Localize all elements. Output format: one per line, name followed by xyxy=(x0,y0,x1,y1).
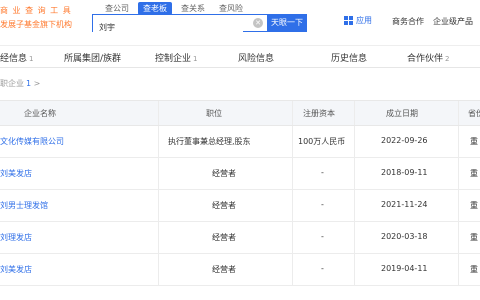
column-divider xyxy=(354,190,355,221)
column-header-province: 省份 xyxy=(468,109,480,118)
chevron-right-icon[interactable]: > xyxy=(34,79,41,88)
tab-label: 合作伙伴 xyxy=(407,54,444,64)
search-box: ✕ xyxy=(92,14,267,36)
column-divider xyxy=(458,190,459,221)
column-divider xyxy=(158,101,159,125)
tab-count: 1 xyxy=(193,55,198,63)
brand-line-1: 商 业 查 询 工 具 xyxy=(0,6,72,15)
position-cell: 执行董事兼总经理,股东 xyxy=(168,137,251,146)
date-cell: 2020-03-18 xyxy=(381,232,428,241)
date-cell: 2019-04-11 xyxy=(381,264,428,273)
province-cell: 重 xyxy=(470,265,478,274)
date-cell: 2021-11-24 xyxy=(381,200,428,209)
column-divider xyxy=(158,254,159,285)
position-cell: 经营者 xyxy=(212,169,236,178)
province-cell: 重 xyxy=(470,169,478,178)
column-header-date: 成立日期 xyxy=(386,109,418,118)
position-cell: 经营者 xyxy=(212,201,236,210)
capital-cell: - xyxy=(321,232,324,241)
tab-risk-info[interactable]: 风险信息 xyxy=(238,51,276,64)
column-header-company: 企业名称 xyxy=(24,109,56,118)
tab-label: 所属集团/族群 xyxy=(64,54,122,64)
column-divider xyxy=(354,158,355,189)
section-subheading: 职企业 1 > xyxy=(0,78,40,89)
section-tabs: 经信息 1 所属集团/族群 控制企业 1 风险信息 历史信息 合作伙伴 2 xyxy=(0,46,480,68)
tab-history[interactable]: 历史信息 xyxy=(331,51,369,64)
tab-count: 2 xyxy=(445,55,450,63)
company-link[interactable]: 刘美发店 xyxy=(0,264,32,275)
subheading-label: 职企业 xyxy=(0,79,24,88)
subheading-count: 1 xyxy=(26,79,32,88)
apps-menu[interactable]: 应用 xyxy=(344,15,372,26)
capital-cell: 100万人民币 xyxy=(298,137,346,146)
table-row: 刘美发店 经营者 - 2019-04-11 重 xyxy=(0,254,480,286)
position-cell: 经营者 xyxy=(212,265,236,274)
tab-label: 控制企业 xyxy=(155,54,192,64)
capital-cell: - xyxy=(321,264,324,273)
tab-label: 历史信息 xyxy=(331,54,368,64)
apps-label: 应用 xyxy=(356,16,372,25)
clear-icon[interactable]: ✕ xyxy=(253,18,263,28)
column-divider xyxy=(354,254,355,285)
tab-group[interactable]: 所属集团/族群 xyxy=(64,51,123,64)
company-link[interactable]: 刘男士理发馆 xyxy=(0,200,48,211)
tab-controlled-companies[interactable]: 控制企业 1 xyxy=(155,51,197,64)
column-divider xyxy=(292,126,293,157)
column-divider xyxy=(458,222,459,253)
column-divider xyxy=(292,222,293,253)
tab-count: 1 xyxy=(29,55,34,63)
enterprise-product-link[interactable]: 企业级产品 xyxy=(433,16,473,27)
table-row: 文化传媒有限公司 执行董事兼总经理,股东 100万人民币 2022-09-26 … xyxy=(0,126,480,158)
column-divider xyxy=(292,190,293,221)
capital-cell: - xyxy=(321,168,324,177)
table-row: 刘理发店 经营者 - 2020-03-18 重 xyxy=(0,222,480,254)
search-button[interactable]: 天眼一下 xyxy=(267,14,307,32)
table-header: 企业名称 职位 注册资本 成立日期 省份 xyxy=(0,100,480,126)
tab-label: 风险信息 xyxy=(238,54,275,64)
column-divider xyxy=(458,158,459,189)
column-divider xyxy=(354,126,355,157)
business-cooperation-link[interactable]: 商务合作 xyxy=(392,16,424,27)
top-header: 商 业 查 询 工 具 发展子基金旗下机构 查公司 查老板 查关系 查风险 ✕ … xyxy=(0,0,480,46)
brand-line-2: 发展子基金旗下机构 xyxy=(0,20,72,29)
position-cell: 经营者 xyxy=(212,233,236,242)
tab-partners[interactable]: 合作伙伴 2 xyxy=(407,51,449,64)
tab-business-info[interactable]: 经信息 1 xyxy=(0,51,33,64)
date-cell: 2022-09-26 xyxy=(381,136,428,145)
province-cell: 重 xyxy=(470,137,478,146)
company-link[interactable]: 刘美发店 xyxy=(0,168,32,179)
column-divider xyxy=(158,222,159,253)
tab-label: 经信息 xyxy=(0,54,28,64)
column-divider xyxy=(458,126,459,157)
capital-cell: - xyxy=(321,200,324,209)
date-cell: 2018-09-11 xyxy=(381,168,428,177)
apps-grid-icon xyxy=(344,16,353,25)
column-divider xyxy=(354,222,355,253)
column-divider xyxy=(292,101,293,125)
column-divider xyxy=(354,101,355,125)
column-divider xyxy=(292,158,293,189)
brand-logo[interactable]: 商 业 查 询 工 具 发展子基金旗下机构 xyxy=(0,5,72,30)
search-input[interactable] xyxy=(93,19,243,36)
province-cell: 重 xyxy=(470,233,478,242)
positions-table: 企业名称 职位 注册资本 成立日期 省份 文化传媒有限公司 执行董事兼总经理,股… xyxy=(0,100,480,286)
table-row: 刘美发店 经营者 - 2018-09-11 重 xyxy=(0,158,480,190)
column-header-capital: 注册资本 xyxy=(303,109,335,118)
column-divider xyxy=(458,254,459,285)
column-divider xyxy=(292,254,293,285)
column-divider xyxy=(158,158,159,189)
table-row: 刘男士理发馆 经营者 - 2021-11-24 重 xyxy=(0,190,480,222)
company-link[interactable]: 刘理发店 xyxy=(0,232,32,243)
company-link[interactable]: 文化传媒有限公司 xyxy=(0,136,64,147)
column-divider xyxy=(158,126,159,157)
province-cell: 重 xyxy=(470,201,478,210)
column-divider xyxy=(158,190,159,221)
column-header-position: 职位 xyxy=(206,109,222,118)
column-divider xyxy=(458,101,459,125)
